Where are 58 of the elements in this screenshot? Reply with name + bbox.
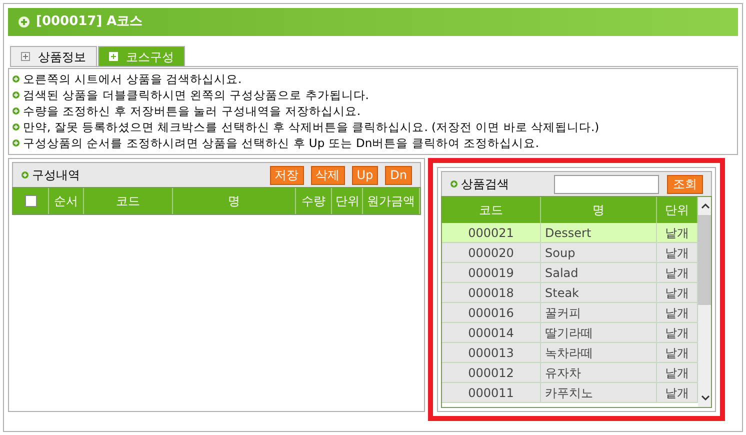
tab[interactable]: 상품정보 (10, 46, 97, 66)
table-cell: 000013 (442, 343, 541, 362)
instruction-text: 검색된 상품을 더블클릭하시면 왼쪽의 구성상품으로 추가됩니다. (23, 87, 369, 103)
bullet-icon (12, 75, 20, 83)
panel-title: 상품검색 (461, 176, 509, 193)
plus-icon (21, 52, 30, 61)
window-title: [000017] A코스 (36, 13, 143, 32)
bullet-icon (12, 107, 20, 115)
table-cell: 000018 (442, 283, 541, 302)
scroll-down-icon[interactable] (700, 395, 710, 401)
table-cell: 000012 (442, 363, 541, 382)
column-header: 명 (173, 188, 296, 214)
table-row[interactable]: 000018 Steak 낱개 (442, 283, 698, 303)
search-field[interactable] (554, 174, 659, 194)
column-header: 단위 (332, 188, 364, 214)
table-row[interactable]: 000014 딸기라떼 낱개 (442, 323, 698, 343)
table-cell: 녹차라떼 (541, 343, 657, 362)
scroll-up-icon[interactable] (700, 203, 710, 209)
plus-icon (109, 52, 118, 61)
bullet-icon (12, 91, 20, 99)
table-cell: Salad (541, 263, 657, 282)
instruction-text: 구성상품의 순서를 조정하시려면 상품을 선택하신 후 Up 또는 Dn버튼을 클릭하여 조정하십시요. (23, 135, 540, 151)
table-row[interactable]: 000019 Salad 낱개 (442, 263, 698, 283)
checkbox[interactable] (24, 195, 37, 207)
bullet-icon (21, 171, 29, 179)
table-cell: 유자차 (541, 363, 657, 382)
scroll-thumb[interactable] (698, 215, 711, 305)
instruction-text: 수량을 조정하신 후 저장버튼을 눌러 구성내역을 저장하십시요. (23, 103, 361, 119)
table-cell: Dessert (541, 223, 657, 242)
table-cell: 000019 (442, 263, 541, 282)
table-row[interactable]: 000020 Soup 낱개 (442, 243, 698, 263)
table-cell: 000014 (442, 323, 541, 342)
column-header: 수량 (296, 188, 332, 214)
table-cell: 000020 (442, 243, 541, 262)
bullet-icon (450, 180, 458, 188)
column-header: 순서 (49, 188, 84, 214)
table-cell: 000011 (442, 383, 541, 402)
bullet-icon (12, 139, 20, 147)
table-cell: Soup (541, 243, 657, 262)
scrollbar[interactable] (698, 197, 711, 407)
instruction-text: 오른쪽의 시트에서 상품을 검색하십시요. (23, 71, 242, 87)
table-row[interactable]: 000021 Dessert 낱개 (442, 223, 698, 243)
table-row[interactable]: 000013 녹차라떼 낱개 (442, 343, 698, 363)
bullet-icon (12, 123, 20, 131)
column-header: 원가금액 (363, 188, 420, 214)
table-row[interactable]: 000012 유자차 낱개 (442, 363, 698, 383)
table-cell: 000021 (442, 223, 541, 242)
table-cell: 꿀커피 (541, 303, 657, 322)
plus-icon (18, 16, 30, 28)
table-cell: 딸기라떼 (541, 323, 657, 342)
table-row[interactable]: 000016 꿀커피 낱개 (442, 303, 698, 323)
table-cell: Steak (541, 283, 657, 302)
instruction-text: 만약, 잘못 등록하셨으면 체크박스를 선택하신 후 삭제버튼을 클릭하십시요. (저장전 이면 바로 삭제됩니다.) (23, 119, 600, 135)
table-cell: 000016 (442, 303, 541, 322)
table-row[interactable]: 000011 카푸치노 낱개 (442, 383, 698, 403)
table-cell: 카푸치노 (541, 383, 657, 402)
column-header: 코드 (84, 188, 174, 214)
panel-title: 구성내역 (32, 167, 80, 184)
